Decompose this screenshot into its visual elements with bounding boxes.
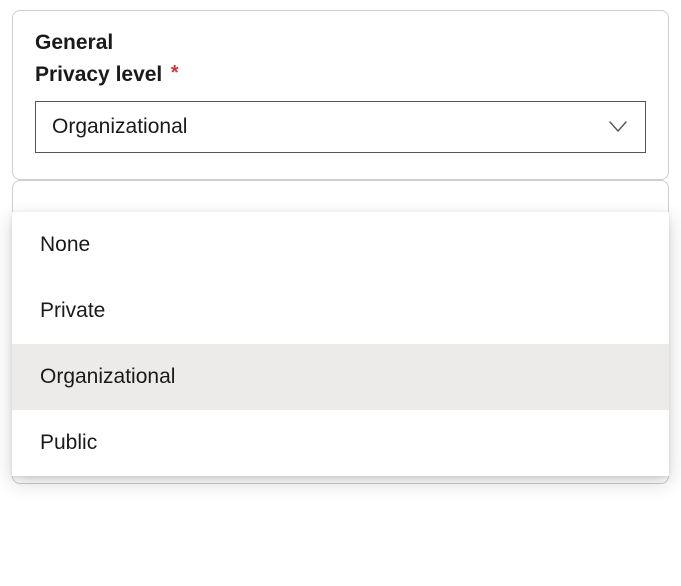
privacy-level-select[interactable]: Organizational [35, 101, 646, 153]
dropdown-option-label: Private [40, 299, 105, 323]
dropdown-option[interactable]: Organizational [12, 344, 669, 410]
dropdown-option[interactable]: None [12, 212, 669, 278]
select-value: Organizational [52, 115, 187, 139]
section-title: General [35, 31, 646, 55]
field-label-row: Privacy level * [35, 63, 646, 87]
dropdown-option[interactable]: Private [12, 278, 669, 344]
dropdown-option-label: Public [40, 431, 97, 455]
settings-card-general: General Privacy level * Organizational [12, 10, 669, 180]
obscured-content [35, 195, 646, 213]
privacy-level-label: Privacy level [35, 63, 162, 87]
dropdown-option-label: None [40, 233, 90, 257]
required-indicator: * [171, 62, 179, 84]
chevron-down-icon [607, 116, 629, 138]
dropdown-option[interactable]: Public [12, 410, 669, 476]
dropdown-option-label: Organizational [40, 365, 175, 389]
privacy-level-dropdown-list: None Private Organizational Public [12, 212, 669, 476]
